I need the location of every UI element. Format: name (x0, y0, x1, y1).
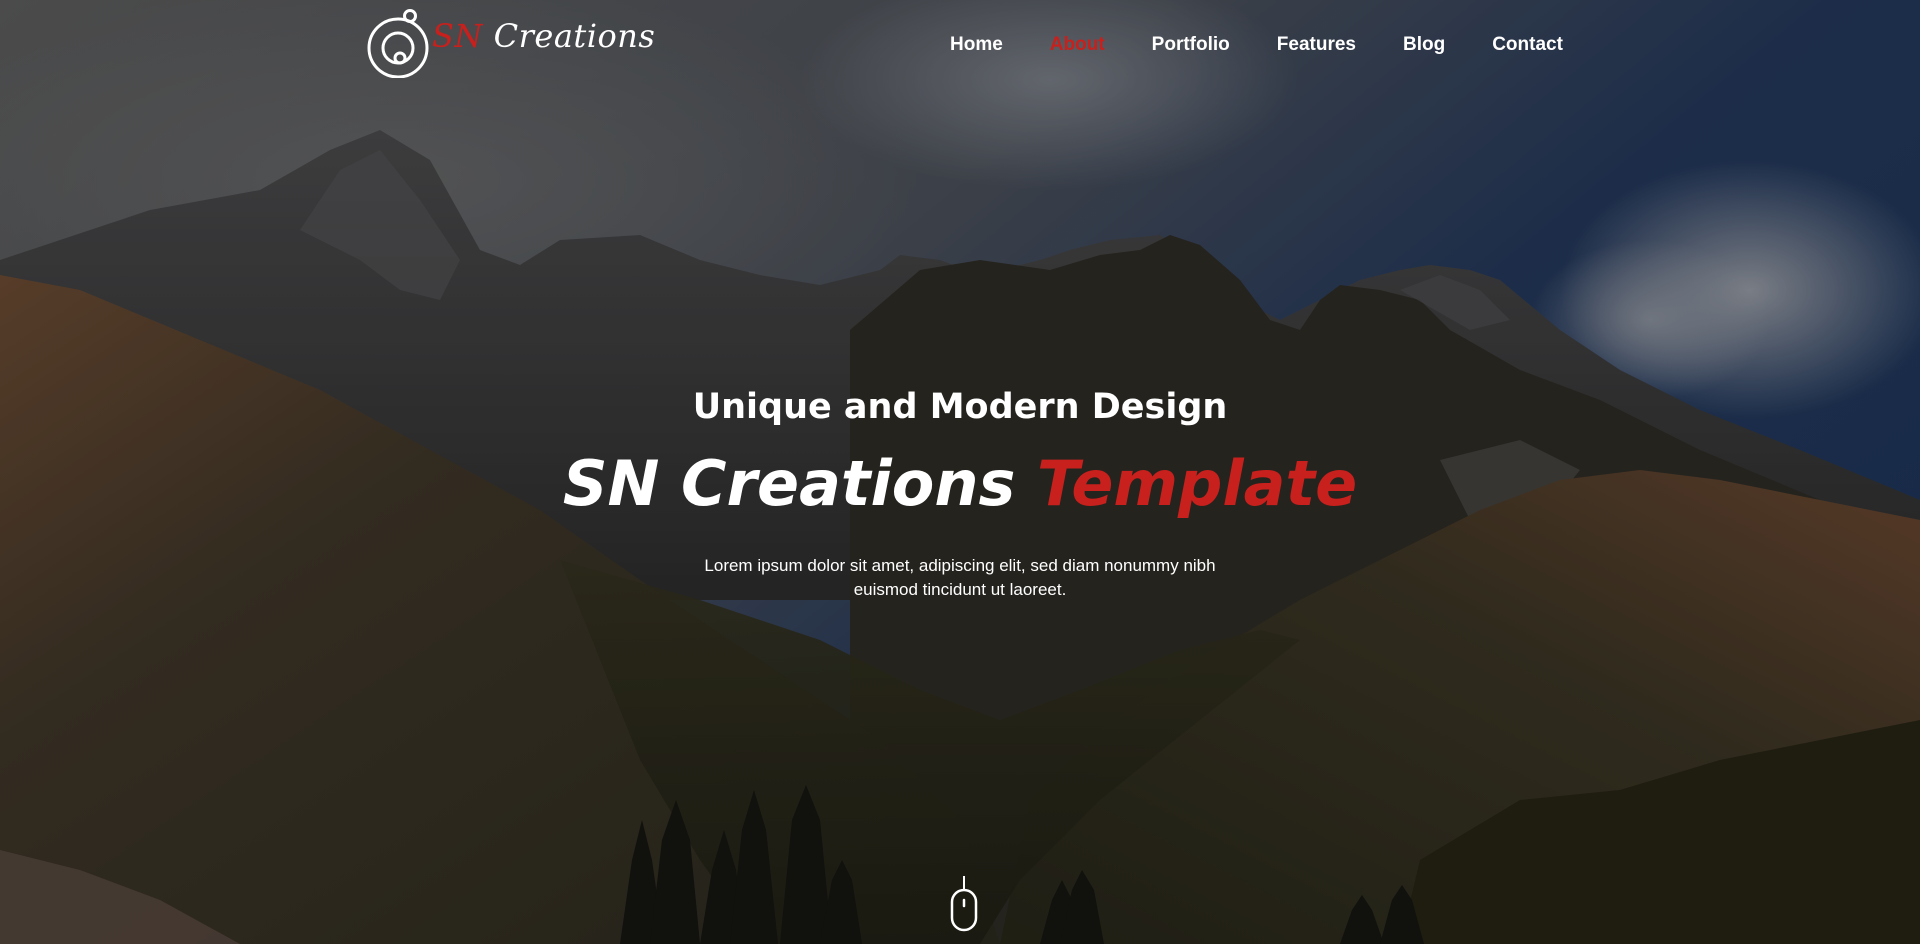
site-header: SN Creations Home About Portfolio Featur… (0, 0, 1920, 90)
nav-contact[interactable]: Contact (1492, 34, 1563, 56)
nav-blog[interactable]: Blog (1403, 34, 1445, 56)
hero-headline: SN Creations Template (0, 444, 1920, 524)
hero-subtitle: Unique and Modern Design (692, 387, 1228, 427)
hero-description: Lorem ipsum dolor sit amet, adipiscing e… (704, 556, 1216, 599)
hero-content: Unique and Modern Design SN Creations Te… (0, 380, 1920, 602)
headline-main-text: SN Creations (562, 447, 1016, 520)
nav-portfolio[interactable]: Portfolio (1152, 34, 1230, 56)
headline-accent-text: Template (1037, 447, 1358, 520)
nav-features[interactable]: Features (1277, 34, 1356, 56)
hero-section: SN Creations Home About Portfolio Featur… (0, 0, 1920, 944)
main-nav: Home About Portfolio Features Blog Conta… (950, 30, 1563, 60)
site-logo[interactable]: SN Creations (366, 8, 655, 78)
nav-home[interactable]: Home (950, 34, 1003, 56)
planet-ring-logo-icon (367, 9, 429, 78)
mouse-scroll-icon[interactable] (949, 876, 979, 932)
nav-about[interactable]: About (1050, 34, 1105, 56)
logo-rest-text: Creations (482, 17, 656, 55)
logo-wordmark: SN Creations (432, 17, 655, 55)
logo-accent-text: SN (432, 17, 483, 55)
